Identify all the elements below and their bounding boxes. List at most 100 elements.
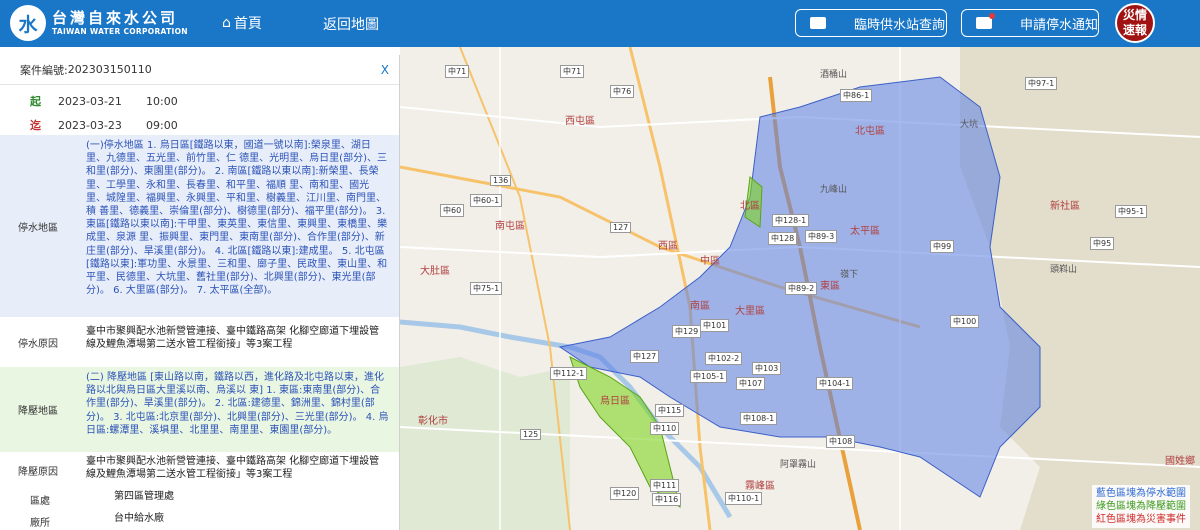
road-label: 中129 [672,325,702,338]
road-label: 中107 [736,377,766,390]
water-truck-icon [810,17,826,29]
road-label: 中89-2 [785,282,818,295]
logo-title-en: TAIWAN WATER CORPORATION [52,27,188,36]
case-number-value: 202303150110 [67,63,152,76]
nav-home-label: 首頁 [233,16,262,32]
road-label: 中108 [826,435,856,448]
road-label: 中95-1 [1115,205,1148,218]
map-label-beitun: 北屯區 [855,126,885,137]
map-label-toukeshan: 頭嵙山 [1050,265,1078,275]
close-panel-button[interactable]: X [381,63,389,77]
map-label-huashan: 阿罩霧山 [780,460,817,470]
map-label-changhua: 彰化市 [418,416,448,427]
end-tag: 迄 [30,119,41,132]
case-detail-panel: 案件編號: 202303150110 X 起 2023-03-21 10:00 … [0,55,400,530]
low-area-text: (二) 降壓地區 [東山路以南，鐵路以西，進化路及北屯路以東，進化路以北與烏日區… [86,372,389,436]
start-time-row: 起 2023-03-21 10:00 [0,92,399,110]
map-label-taiping: 太平區 [850,226,880,237]
start-time: 10:00 [146,94,178,108]
road-label: 中120 [610,487,640,500]
map-label-wufeng: 霧峰區 [745,481,775,492]
road-label: 中108-1 [740,412,778,425]
map-label-dadu: 大肚區 [420,266,450,277]
low-reason-label: 降壓原因 [18,466,58,478]
legend-stop: 藍色區塊為停水範圍 [1096,488,1186,499]
logo-text: 台灣自來水公司 TAIWAN WATER CORPORATION [52,9,188,37]
map-label-nanqu: 南區 [690,301,710,312]
road-label: 中71 [445,65,470,78]
map-label-beiqu: 北區 [740,201,760,212]
map-label-zhongqu: 中區 [700,256,720,267]
road-label: 中116 [652,493,682,506]
road-label: 中60 [440,204,465,217]
map-label-xiqu: 西區 [658,241,678,252]
road-label: 中115 [655,404,685,417]
end-time-row: 迄 2023-03-23 09:00 [0,116,399,134]
map-label-heping: 嶺下 [840,270,859,280]
end-date: 2023-03-23 [58,118,122,132]
road-label: 127 [610,222,632,233]
road-label: 中100 [950,315,980,328]
road-label: 中71 [560,65,585,78]
outage-notify-label: 申請停水通知 [1020,17,1099,33]
nav-back-to-map-link[interactable]: 返回地圖 [323,14,379,34]
road-label: 中89-3 [805,230,838,243]
map-legend: 藍色區塊為停水範圍 綠色區塊為降壓範圍 紅色區塊為災害事件 [1092,485,1190,528]
road-label: 中102-2 [705,352,743,365]
stop-area-label: 停水地區 [18,222,58,234]
stop-area-text: (一)停水地區 1. 烏日區[鐵路以東，國道一號以南]:榮泉里、湖日里、九德里、… [86,140,388,297]
road-label: 中127 [630,350,660,363]
map-label-xitun: 西屯區 [565,116,595,127]
road-label: 中128 [768,232,798,245]
logo-title-zh: 台灣自來水公司 [52,9,179,27]
map-label-guoxing: 國姓鄉 [1165,456,1195,467]
terrain-plain [400,357,570,530]
road-label: 中99 [930,240,955,253]
legend-disaster: 紅色區塊為災害事件 [1096,514,1186,525]
road-label: 125 [520,429,542,440]
road-label: 中60-1 [470,194,503,207]
stop-reason-section: 停水原因 臺中市聚興配水池新營管連接、臺中鐵路高架 化腳空廊道下埋設管線及鯉魚潭… [0,317,399,367]
road-label: 中95 [1090,237,1115,250]
road-label: 中110-1 [725,492,763,505]
home-icon: ⌂ [222,15,231,31]
road-label: 中76 [610,85,635,98]
top-header: 水 台灣自來水公司 TAIWAN WATER CORPORATION ⌂ 首頁 … [0,0,1200,47]
low-reason-text: 臺中市聚興配水池新營管連接、臺中鐵路高架 化腳空廊道下埋設管線及鯉魚潭場第二送水… [86,456,380,481]
plant-value: 台中給水廠 [114,513,164,525]
plant-row: 廠所 台中給水廠 [0,510,399,530]
map-label-xintian: 新社區 [1050,201,1080,212]
plant-label: 廠所 [30,517,50,529]
temp-supply-station-button[interactable]: 臨時供水站查詢 [795,9,947,37]
disaster-report-label-2: 速報 [1122,23,1147,37]
map-label-jiufen: 酒桶山 [820,70,848,80]
disaster-report-button[interactable]: 災情 速報 [1115,3,1155,43]
nav-home-link[interactable]: ⌂ 首頁 [222,13,262,33]
road-label: 中128-1 [772,214,810,227]
road-label: 中86-1 [840,89,873,102]
end-time: 09:00 [146,118,178,132]
time-block: 起 2023-03-21 10:00 迄 2023-03-23 09:00 [0,85,399,135]
map-label-dongqu: 東區 [820,281,840,292]
temp-supply-station-label: 臨時供水站查詢 [854,17,946,33]
office-row: 區處 第四區管理處 [0,488,399,510]
map-view[interactable]: 南屯區 西屯區 北屯區 北區 西區 中區 南區 東區 太平區 大里區 烏日區 大… [400,47,1200,530]
office-label: 區處 [30,495,50,507]
road-label: 中101 [700,319,730,332]
outage-notify-button[interactable]: 申請停水通知 [961,9,1099,37]
stop-area-section: 停水地區 (一)停水地區 1. 烏日區[鐵路以東，國道一號以南]:榮泉里、湖日里… [0,135,399,317]
disaster-report-label-1: 災情 [1122,8,1147,22]
road-label: 中112-1 [550,367,588,380]
low-area-label: 降壓地區 [18,406,58,417]
office-value: 第四區管理處 [114,491,174,503]
start-tag: 起 [30,95,41,108]
water-drop-icon: 水 [10,5,46,41]
company-logo[interactable]: 水 台灣自來水公司 TAIWAN WATER CORPORATION [10,4,188,42]
legend-low: 綠色區塊為降壓範圍 [1096,501,1186,512]
case-number-label: 案件編號: [20,63,68,77]
start-date: 2023-03-21 [58,94,122,108]
map-label-wuri: 烏日區 [600,396,630,407]
road-label: 中104-1 [816,377,854,390]
case-number-row: 案件編號: 202303150110 X [0,55,399,85]
road-label: 中103 [752,362,782,375]
